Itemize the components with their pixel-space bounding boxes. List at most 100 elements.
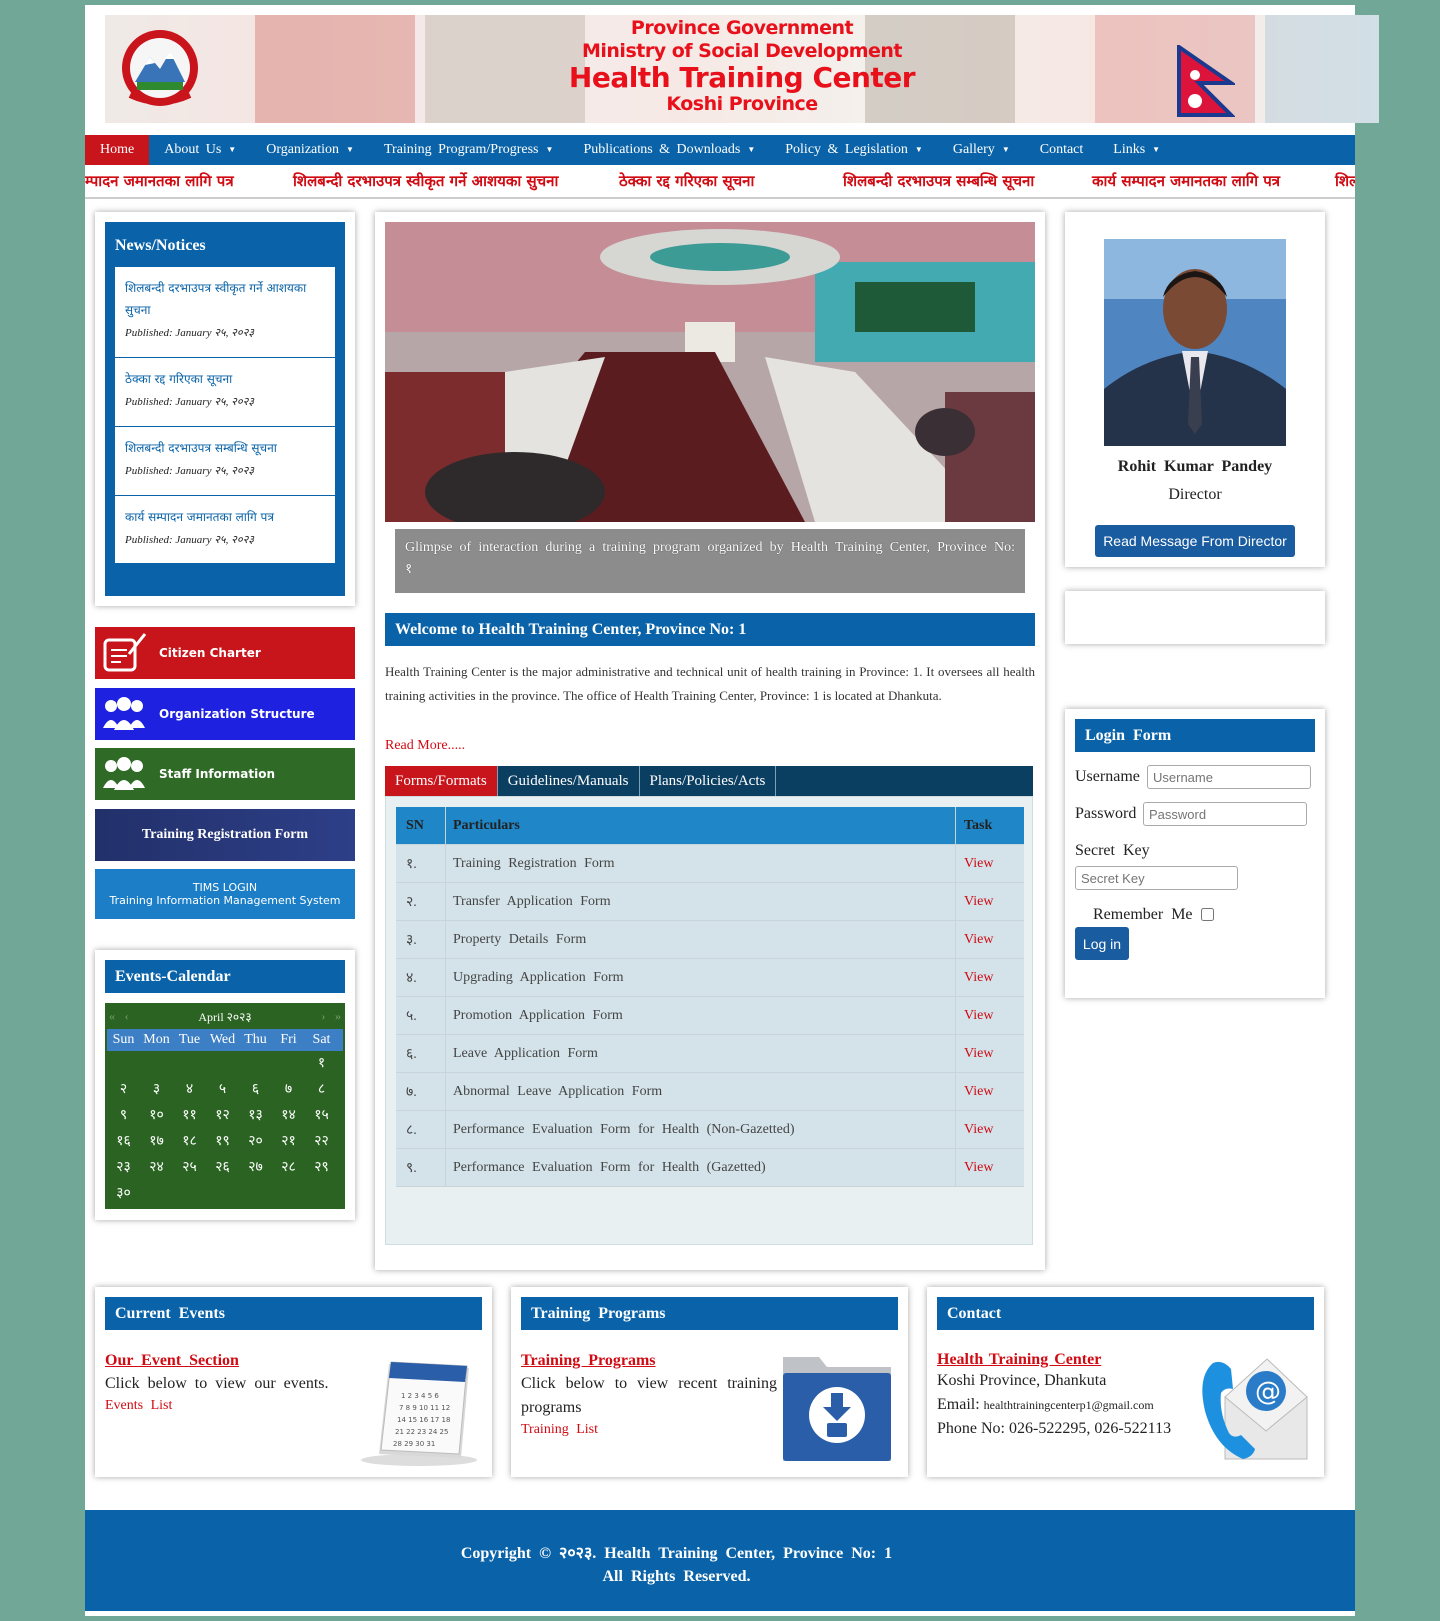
training-hall-photo [385,222,1035,522]
news-item[interactable]: ठेक्का रद्द गरिएका सूचना Published: Janu… [115,358,335,427]
read-message-button[interactable]: Read Message From Director [1095,525,1295,557]
news-item-title[interactable]: शिलबन्दी दरभाउपत्र स्वीकृत गर्ने आशयका स… [125,277,325,321]
calendar-day[interactable]: ८ [305,1077,338,1103]
next-month-icon[interactable]: › [321,1009,325,1024]
news-item-title[interactable]: शिलबन्दी दरभाउपत्र सम्बन्धि सूचना [125,437,325,459]
row-view-link[interactable]: View [956,932,993,948]
row-view-link[interactable]: View [956,1046,993,1062]
nav-contact[interactable]: Contact [1025,135,1099,165]
ticker-item[interactable]: ठेक्का रद्द गरिएका सूचना [619,171,754,191]
news-item[interactable]: शिलबन्दी दरभाउपत्र सम्बन्धि सूचना Publis… [115,427,335,496]
row-view-link[interactable]: View [956,894,993,910]
training-programs-card: Training Programs Training Programs Clic… [511,1287,908,1477]
calendar-day[interactable]: २५ [173,1155,206,1181]
tab-plans[interactable]: Plans/Policies/Acts [640,766,777,796]
copyright-text: Copyright © २०२३. Health Training Center… [460,1545,893,1562]
read-more-link[interactable]: Read More..... [385,738,465,754]
nav-publications[interactable]: Publications & Downloads ▼ [568,135,770,165]
calendar-day[interactable]: १६ [107,1129,140,1155]
calendar-day[interactable]: ४ [173,1077,206,1103]
nav-policy[interactable]: Policy & Legislation ▼ [770,135,938,165]
password-input[interactable] [1143,802,1307,826]
events-list-link[interactable]: Events List [105,1398,335,1414]
calendar-day[interactable]: २३ [107,1155,140,1181]
row-view-link[interactable]: View [956,1084,993,1100]
ticker-item[interactable]: म्पादन जमानतका लागि पत्र [85,171,234,191]
ticker-item[interactable]: कार्य सम्पादन जमानतका लागि पत्र [1092,171,1280,191]
row-particulars: Property Details Form [446,921,956,958]
calendar-day[interactable]: १० [140,1103,173,1129]
contact-title: Contact [937,1297,1314,1330]
training-list-link[interactable]: Training List [521,1422,777,1438]
row-view-link[interactable]: View [956,856,993,872]
prev-month-icon[interactable]: ‹ [125,1009,129,1024]
username-input[interactable] [1147,765,1311,789]
calendar-day[interactable]: ३० [107,1181,140,1207]
calendar-day[interactable]: ६ [239,1077,272,1103]
news-item-title[interactable]: ठेक्का रद्द गरिएका सूचना [125,368,325,390]
citizen-charter-button[interactable]: Citizen Charter [95,627,355,679]
secret-key-input[interactable] [1075,866,1238,890]
calendar-day[interactable]: १५ [305,1103,338,1129]
tims-login-button[interactable]: TIMS LOGIN Training Information Manageme… [95,869,355,919]
calendar-day[interactable]: २७ [239,1155,272,1181]
prev-year-icon[interactable]: « [109,1009,115,1024]
caret-down-icon: ▼ [1152,145,1161,154]
calendar-day[interactable]: ५ [206,1077,239,1103]
calendar-day[interactable]: १४ [272,1103,305,1129]
calendar-day[interactable]: २२ [305,1129,338,1155]
ticker-item[interactable]: शिलबन्दी दरभाउपत्र सम्बन्धि सूचना [843,171,1034,191]
calendar-day[interactable]: ११ [173,1103,206,1129]
nav-about-us[interactable]: About Us ▼ [149,135,251,165]
event-section-link[interactable]: Our Event Section [105,1352,335,1370]
nav-links[interactable]: Links ▼ [1098,135,1175,165]
news-item[interactable]: कार्य सम्पादन जमानतका लागि पत्र Publishe… [115,496,335,564]
tab-forms[interactable]: Forms/Formats [385,766,498,796]
calendar-day[interactable]: ९ [107,1103,140,1129]
nav-organization[interactable]: Organization ▼ [251,135,369,165]
row-view-link[interactable]: View [956,970,993,986]
staff-information-button[interactable]: Staff Information [95,748,355,800]
calendar-day[interactable]: १३ [239,1103,272,1129]
email-value[interactable]: healthtrainingcenterp1@gmail.com [984,1398,1154,1412]
row-view-link[interactable]: View [956,1122,993,1138]
nav-gallery[interactable]: Gallery ▼ [938,135,1025,165]
row-view-link[interactable]: View [956,1008,993,1024]
nav-home[interactable]: Home [85,135,150,165]
slider-image[interactable] [385,222,1035,522]
ticker-item[interactable]: शिल [1335,171,1355,191]
calendar-day[interactable]: १८ [173,1129,206,1155]
calendar-day[interactable]: १२ [206,1103,239,1129]
director-portrait [1104,239,1286,446]
row-view-link[interactable]: View [956,1160,993,1176]
events-calendar-title: Events-Calendar [105,960,345,993]
next-year-icon[interactable]: » [335,1009,341,1024]
nav-label: Organization [266,142,340,157]
nav-training-program[interactable]: Training Program/Progress ▼ [369,135,568,165]
news-item-title[interactable]: कार्य सम्पादन जमानतका लागि पत्र [125,506,325,528]
calendar-day[interactable]: ७ [272,1077,305,1103]
director-name: Rohit Kumar Pandey [1117,458,1273,475]
calendar-day[interactable]: १९ [206,1129,239,1155]
remember-me-checkbox[interactable] [1201,908,1214,921]
contact-org-link[interactable]: Health Training Center [937,1351,1197,1369]
calendar-day [140,1181,173,1207]
calendar-day[interactable]: १७ [140,1129,173,1155]
calendar-day[interactable]: २६ [206,1155,239,1181]
news-item[interactable]: शिलबन्दी दरभाउपत्र स्वीकृत गर्ने आशयका स… [115,267,335,358]
login-button[interactable]: Log in [1075,927,1129,960]
organization-structure-button[interactable]: Organization Structure [95,688,355,740]
calendar-day[interactable]: २९ [305,1155,338,1181]
calendar-day[interactable]: २० [239,1129,272,1155]
ticker-item[interactable]: शिलबन्दी दरभाउपत्र स्वीकृत गर्ने आशयका स… [293,171,558,191]
training-programs-link[interactable]: Training Programs [521,1352,777,1370]
tab-guidelines[interactable]: Guidelines/Manuals [498,766,640,796]
calendar-day[interactable]: २१ [272,1129,305,1155]
calendar-day[interactable]: २ [107,1077,140,1103]
training-registration-button[interactable]: Training Registration Form [95,809,355,861]
calendar-day[interactable]: ३ [140,1077,173,1103]
calendar-day[interactable]: २४ [140,1155,173,1181]
rights-text: All Rights Reserved. [602,1568,751,1585]
calendar-day[interactable]: २८ [272,1155,305,1181]
calendar-day[interactable]: १ [305,1051,338,1077]
